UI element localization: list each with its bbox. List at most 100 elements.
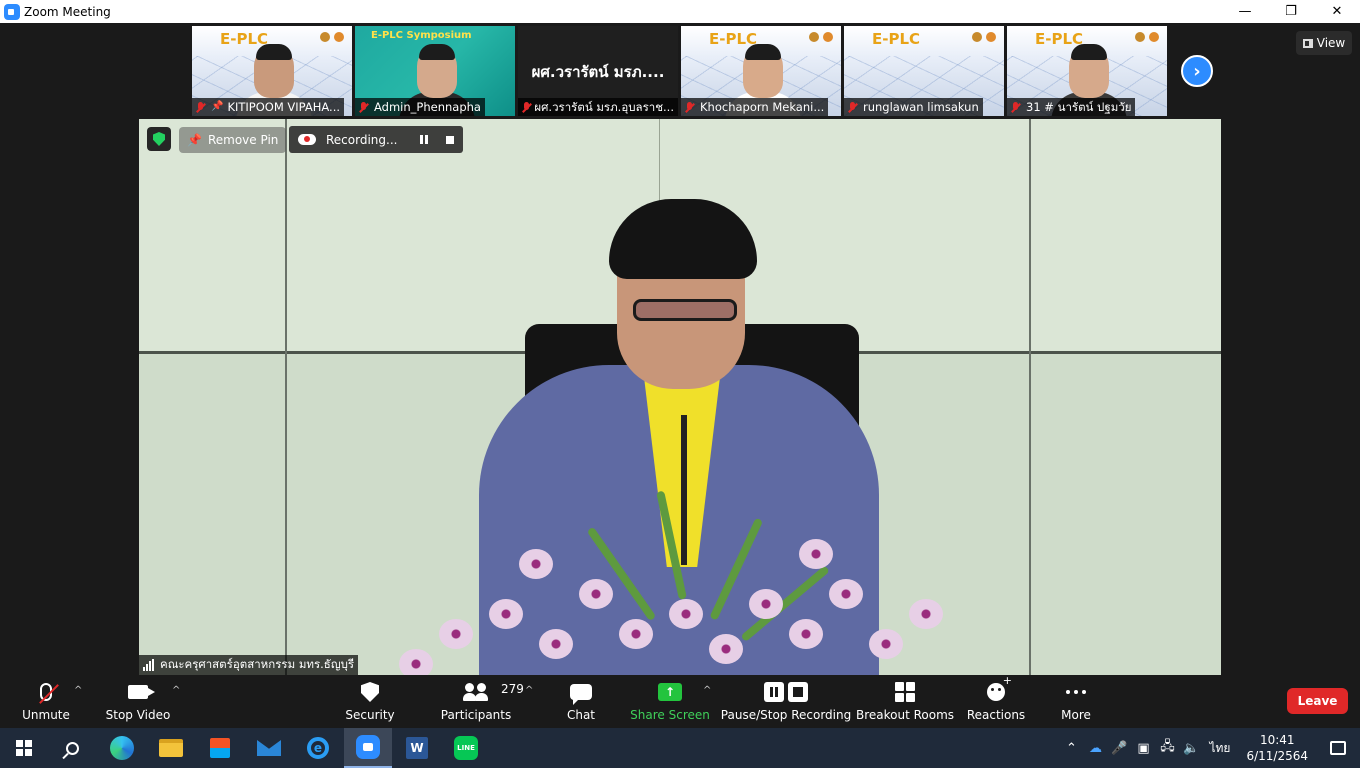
orchid: [789, 619, 823, 649]
participant-name-bar: ผศ.วรารัตน์ มรภ.อุบลราช...: [518, 98, 678, 116]
main-speaker-video[interactable]: 📌 Remove Pin Recording... คณะครุศาสตร์อุ…: [139, 119, 1221, 675]
close-button[interactable]: ✕: [1314, 0, 1360, 23]
more-label: More: [1061, 708, 1091, 722]
show-hidden-icons-button[interactable]: ⌃: [1059, 728, 1083, 768]
taskbar-store[interactable]: [196, 728, 244, 768]
orchid: [619, 619, 653, 649]
participants-icon: [463, 683, 489, 701]
leave-button[interactable]: Leave: [1287, 688, 1348, 714]
participant-name: KITIPOOM VIPAHA...: [227, 100, 341, 114]
speaker-name: คณะครุศาสตร์อุตสาหกรรม มทร.ธัญบุรี: [160, 657, 355, 671]
participant-name: ผศ.วรารัตน์ มรภ.อุบลราช...: [534, 100, 674, 114]
participant-thumbnail[interactable]: ผศ.วรารัตน์ มรภ.... ผศ.วรารัตน์ มรภ.อุบล…: [518, 26, 678, 116]
reactions-button[interactable]: Reactions: [966, 674, 1026, 728]
more-button[interactable]: More: [1058, 675, 1094, 728]
share-screen-button[interactable]: ↑ Share Screen: [630, 675, 710, 728]
taskbar-search[interactable]: [48, 728, 96, 768]
speaker-glasses: [633, 299, 737, 321]
participant-thumbnail[interactable]: E-PLC 📌 KITIPOOM VIPAHA...: [192, 26, 352, 116]
recording-indicator: Recording...: [289, 126, 463, 153]
stop-recording-button[interactable]: [437, 126, 463, 153]
network-icon[interactable]: 🖧: [1155, 728, 1179, 768]
edge-icon: [110, 736, 134, 760]
breakout-rooms-button[interactable]: Breakout Rooms: [855, 675, 955, 728]
participants-button[interactable]: 279 Participants: [441, 675, 524, 728]
zoom-icon: [356, 735, 380, 759]
pause-stop-recording-button[interactable]: Pause/Stop Recording: [721, 675, 851, 728]
seal-icon: [972, 32, 982, 42]
share-options-caret[interactable]: ^: [703, 685, 711, 696]
orchid: [579, 579, 613, 609]
chat-label: Chat: [566, 708, 596, 722]
thumbnail-strip: E-PLC 📌 KITIPOOM VIPAHA... E-PLC Symposi…: [192, 26, 1167, 116]
taskbar-edge[interactable]: [98, 728, 146, 768]
maximize-button[interactable]: ❐: [1268, 0, 1314, 23]
participant-name-bar: Khochaporn Mekani...: [681, 98, 829, 116]
pause-recording-button[interactable]: [411, 126, 437, 153]
security-button[interactable]: Security: [344, 675, 396, 728]
audio-options-caret[interactable]: ^: [74, 685, 82, 696]
participant-thumbnail[interactable]: E-PLC runglawan limsakun: [844, 26, 1004, 116]
orchid: [539, 629, 573, 659]
participant-thumbnail[interactable]: E-PLC 31 # นารัตน์ ปฐมวัย: [1007, 26, 1167, 116]
internet-explorer-icon: e: [307, 737, 329, 759]
search-icon: [65, 741, 79, 755]
meeting-toolbar: Unmute ^ Stop Video ^ Security 279 Parti…: [0, 674, 1360, 728]
view-button[interactable]: View: [1296, 31, 1352, 55]
microphone-icon[interactable]: 🎤: [1107, 728, 1131, 768]
participant-thumbnail[interactable]: E-PLC Khochaporn Mekani...: [681, 26, 841, 116]
minimize-button[interactable]: —: [1222, 0, 1268, 23]
taskbar-zoom[interactable]: [344, 728, 392, 768]
participant-face: [417, 44, 457, 98]
orchid: [399, 649, 433, 675]
mic-muted-icon: [39, 683, 59, 704]
reactions-label: Reactions: [966, 708, 1026, 722]
muted-mic-icon: [522, 101, 530, 113]
seal-icon: [334, 32, 344, 42]
folder-icon: [159, 739, 183, 757]
signal-strength-icon: [143, 659, 154, 671]
chevron-right-icon: ›: [1193, 60, 1201, 82]
participant-thumbnail[interactable]: E-PLC Symposium Admin_Phennapha: [355, 26, 515, 116]
volume-icon[interactable]: 🔈: [1179, 728, 1203, 768]
participant-face: [1069, 44, 1109, 98]
orchid: [709, 634, 743, 664]
taskbar-mail[interactable]: [245, 728, 293, 768]
symposium-logo: E-PLC Symposium: [371, 30, 472, 41]
stop-video-button[interactable]: Stop Video: [104, 675, 172, 728]
chat-button[interactable]: Chat: [562, 675, 600, 728]
line-icon: LINE: [454, 736, 478, 760]
icon-wrap: [570, 680, 592, 705]
onedrive-icon[interactable]: ☁: [1083, 728, 1107, 768]
shield-icon: [153, 132, 165, 146]
clock[interactable]: 10:41 6/11/2564: [1246, 732, 1308, 764]
participant-name-bar: runglawan limsakun: [844, 98, 983, 116]
participant-name: Khochaporn Mekani...: [700, 100, 825, 114]
breakout-rooms-label: Breakout Rooms: [855, 708, 955, 722]
taskbar-word[interactable]: W: [393, 728, 441, 768]
taskbar-internet-explorer[interactable]: e: [294, 728, 342, 768]
view-label: View: [1316, 36, 1346, 50]
orchid: [749, 589, 783, 619]
windows-logo-icon: [16, 740, 32, 756]
zoom-window: Zoom Meeting — ❐ ✕ E-PLC 📌 KITIPOOM VIPA…: [0, 0, 1360, 768]
icon-wrap: [361, 680, 379, 704]
video-options-caret[interactable]: ^: [172, 685, 180, 696]
camera-tray-icon[interactable]: ▣: [1131, 728, 1155, 768]
remove-pin-button[interactable]: 📌 Remove Pin: [179, 127, 287, 153]
unmute-button[interactable]: Unmute: [18, 675, 74, 728]
orchid: [519, 549, 553, 579]
notification-center-button[interactable]: [1316, 728, 1360, 768]
taskbar-file-explorer[interactable]: [147, 728, 195, 768]
pause-stop-icon: [764, 682, 808, 702]
input-language[interactable]: ไทย: [1209, 739, 1230, 758]
start-button[interactable]: [0, 728, 48, 768]
orchid: [799, 539, 833, 569]
taskbar-line[interactable]: LINE: [442, 728, 490, 768]
encryption-shield-button[interactable]: [147, 127, 171, 151]
seal-icon: [823, 32, 833, 42]
next-page-button[interactable]: ›: [1181, 55, 1213, 87]
share-arrow-icon: ↑: [658, 683, 682, 701]
participants-options-caret[interactable]: ^: [525, 685, 533, 696]
store-icon: [210, 738, 230, 758]
